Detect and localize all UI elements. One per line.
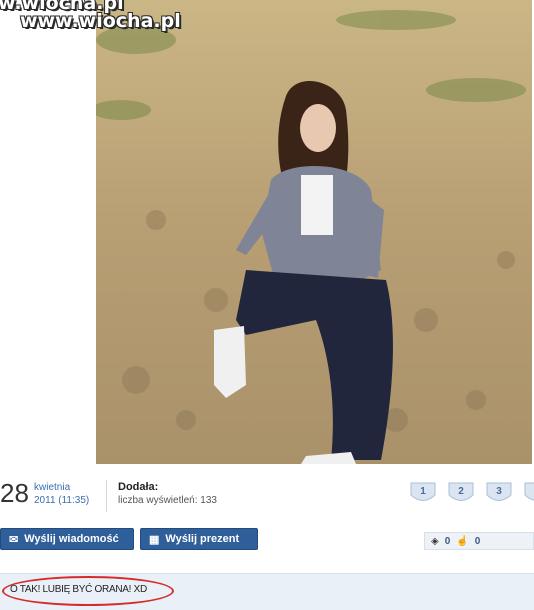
views-line: liczba wyświetleń: 133 — [118, 495, 217, 506]
meta-divider — [106, 480, 107, 512]
reaction-counts: ◈ 0 ☝ 0 — [424, 532, 534, 550]
count-second: 0 — [474, 535, 481, 547]
gift-icon: ▦ — [149, 533, 160, 546]
post-day: 28 — [0, 478, 29, 508]
count-first: 0 — [444, 535, 451, 547]
post-datetime: 2011 (11:35) — [34, 495, 90, 506]
rating-option-3[interactable]: 3 — [484, 480, 514, 506]
rating-option-label: 1 — [420, 486, 426, 497]
rating-option-label: 2 — [458, 486, 464, 497]
post-month: kwietnia — [34, 482, 71, 493]
envelope-icon: ✉ — [9, 533, 19, 546]
rating: 1 2 3 4 — [408, 480, 534, 506]
post-photo — [96, 0, 532, 464]
rating-option-label: 3 — [496, 486, 502, 497]
comment-text: O TAK! LUBIĘ BYĆ ORANA! XD — [10, 584, 147, 595]
views-value: 133 — [200, 495, 217, 506]
send-message-button[interactable]: ✉ Wyślij wiadomość — [0, 528, 134, 550]
thumbs-up-icon[interactable]: ☝ — [456, 536, 468, 547]
badge-icon[interactable]: ◈ — [431, 536, 439, 547]
send-message-label: Wyślij wiadomość — [24, 533, 119, 545]
rating-option-4[interactable]: 4 — [522, 480, 534, 506]
added-by-label: Dodała: — [118, 481, 159, 493]
rating-option-1[interactable]: 1 — [408, 480, 438, 506]
watermark-line-2: www.wiocha.pl — [20, 10, 181, 32]
comment-bar: O TAK! LUBIĘ BYĆ ORANA! XD — [0, 573, 534, 610]
rating-option-2[interactable]: 2 — [446, 480, 476, 506]
send-gift-button[interactable]: ▦ Wyślij prezent — [140, 528, 258, 550]
send-gift-label: Wyślij prezent — [165, 533, 240, 545]
rating-option-label: 4 — [522, 486, 534, 497]
views-label: liczba wyświetleń: — [118, 495, 198, 506]
